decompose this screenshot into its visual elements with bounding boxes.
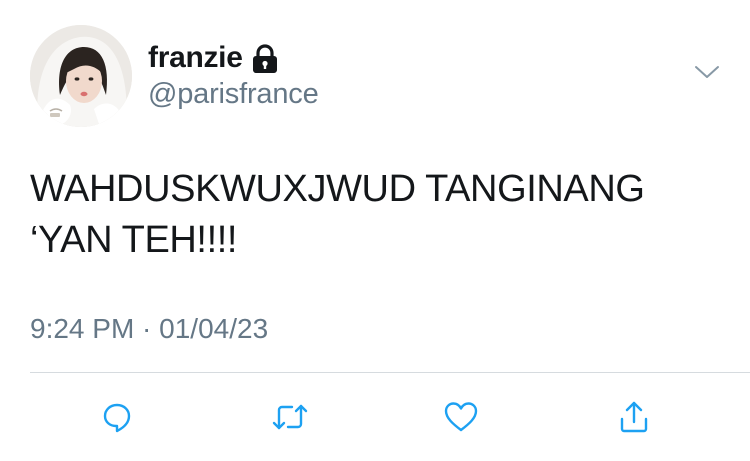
lock-icon — [251, 44, 279, 74]
retweet-button[interactable] — [270, 397, 310, 437]
tweet-text: WAHDUSKWUXJWUD TANGINANG ‘YAN TEH!!!! — [30, 168, 645, 261]
like-button[interactable] — [441, 397, 481, 437]
divider — [30, 372, 750, 373]
share-button[interactable] — [614, 397, 654, 437]
avatar[interactable] — [30, 25, 132, 127]
retweet-icon — [271, 402, 309, 432]
tweet-timestamp[interactable]: 9:24 PM · 01/04/23 — [30, 312, 268, 346]
display-name[interactable]: franzie — [148, 40, 243, 76]
user-handle[interactable]: @parisfrance — [148, 76, 319, 112]
user-name-row: franzie — [148, 40, 279, 76]
chevron-down-icon[interactable] — [694, 62, 720, 82]
share-icon — [618, 400, 650, 434]
heart-icon — [443, 401, 479, 433]
reply-icon — [101, 401, 133, 433]
reply-button[interactable] — [97, 397, 137, 437]
